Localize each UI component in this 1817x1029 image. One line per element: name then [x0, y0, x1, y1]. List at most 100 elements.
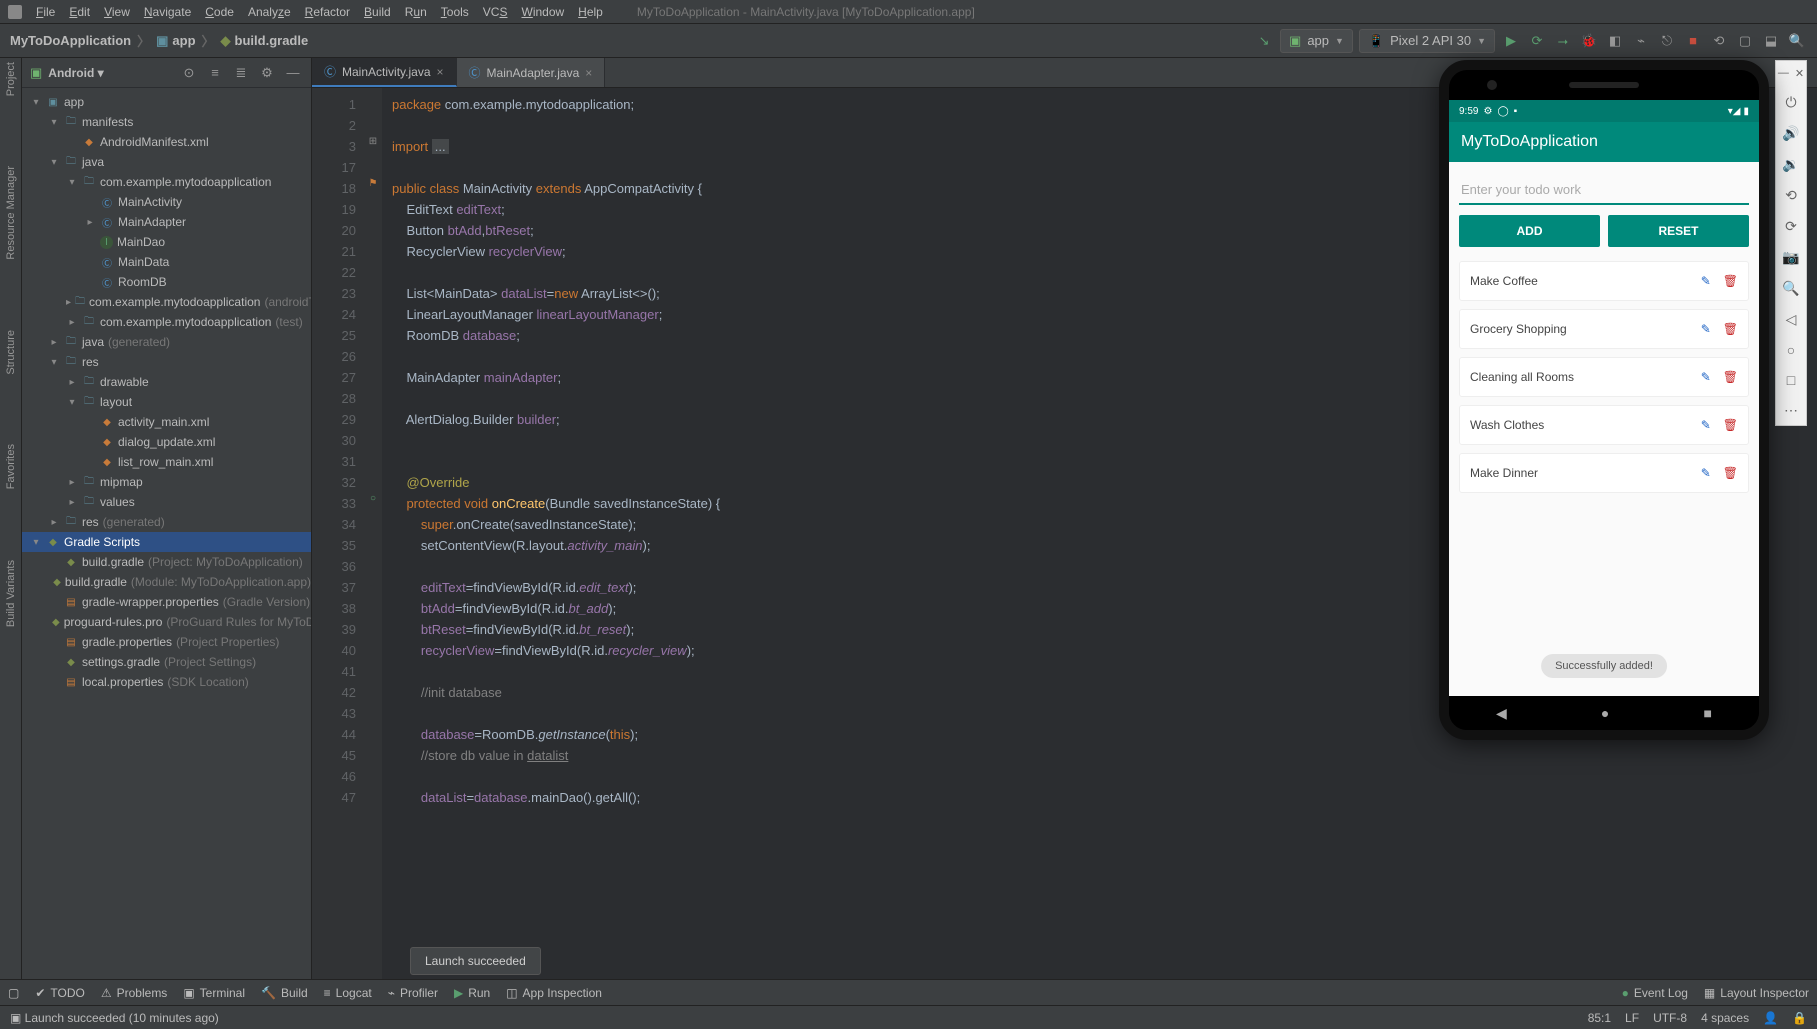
- edit-icon[interactable]: ✎: [1701, 370, 1711, 384]
- tree-item[interactable]: ▸ⒸMainAdapter: [22, 212, 311, 232]
- tree-item[interactable]: ▾🗀manifests: [22, 112, 311, 132]
- cursor-position[interactable]: 85:1: [1588, 1011, 1611, 1025]
- tool-tab-favorites[interactable]: Favorites: [5, 444, 17, 489]
- stop-icon[interactable]: ■: [1683, 31, 1703, 51]
- breadcrumb-item[interactable]: ◆build.gradle: [221, 33, 309, 49]
- close-tab-icon[interactable]: ×: [585, 66, 592, 80]
- tree-item[interactable]: ▾🗀java: [22, 152, 311, 172]
- more-icon[interactable]: ⋯: [1784, 402, 1798, 419]
- tool-problems[interactable]: ⚠ Problems: [101, 986, 167, 1000]
- editor-tab[interactable]: ⒸMainActivity.java×: [312, 58, 457, 87]
- phone-screen[interactable]: 9:59⚙◯▪ ▾◢▮ MyToDoApplication ADD RESET …: [1449, 100, 1759, 696]
- run-icon[interactable]: ▶: [1501, 31, 1521, 51]
- tool-app-inspection[interactable]: ◫ App Inspection: [506, 986, 602, 1000]
- lock-icon[interactable]: 🔒: [1792, 1011, 1807, 1025]
- project-tree[interactable]: ▾▣app▾🗀manifests◆AndroidManifest.xml▾🗀ja…: [22, 88, 311, 979]
- tree-item[interactable]: ▾◆Gradle Scripts: [22, 532, 311, 552]
- tool-tab-project[interactable]: Project: [5, 62, 17, 96]
- tool-event-log[interactable]: ● Event Log: [1622, 986, 1688, 1000]
- tool-tab-build-variants[interactable]: Build Variants: [5, 560, 17, 627]
- tree-item[interactable]: ▸🗀mipmap: [22, 472, 311, 492]
- delete-icon[interactable]: 🗑: [1723, 466, 1738, 480]
- menu-view[interactable]: View: [104, 5, 130, 19]
- tool-run[interactable]: ▶ Run: [454, 986, 490, 1000]
- tree-item[interactable]: ◆build.gradle (Project: MyToDoApplicatio…: [22, 552, 311, 572]
- menu-help[interactable]: Help: [578, 5, 603, 19]
- tool-tab-structure[interactable]: Structure: [5, 330, 17, 375]
- tree-item[interactable]: ◆build.gradle (Module: MyToDoApplication…: [22, 572, 311, 592]
- hide-panel-icon[interactable]: —: [283, 63, 303, 83]
- volume-down-icon[interactable]: 🔉: [1782, 156, 1799, 173]
- tree-item[interactable]: IMainDao: [22, 232, 311, 252]
- edit-icon[interactable]: ✎: [1701, 418, 1711, 432]
- tree-item[interactable]: ▾🗀layout: [22, 392, 311, 412]
- sync-gradle-icon[interactable]: ⟲: [1709, 31, 1729, 51]
- coverage-icon[interactable]: ◧: [1605, 31, 1625, 51]
- search-everywhere-icon[interactable]: 🔍: [1787, 31, 1807, 51]
- close-tab-icon[interactable]: ×: [437, 65, 444, 79]
- tree-item[interactable]: ▸🗀com.example.mytodoapplication (test): [22, 312, 311, 332]
- make-project-icon[interactable]: ↘: [1254, 31, 1274, 51]
- todo-input[interactable]: [1459, 176, 1749, 205]
- menu-run[interactable]: Run: [405, 5, 427, 19]
- tree-item[interactable]: ▤local.properties (SDK Location): [22, 672, 311, 692]
- tree-item[interactable]: ◆list_row_main.xml: [22, 452, 311, 472]
- tool-todo[interactable]: ✔ TODO: [35, 986, 85, 1000]
- select-opened-file-icon[interactable]: ⊙: [179, 63, 199, 83]
- tree-item[interactable]: ◆proguard-rules.pro (ProGuard Rules for …: [22, 612, 311, 632]
- tool-build[interactable]: 🔨 Build: [261, 986, 308, 1000]
- tree-item[interactable]: ▾🗀res: [22, 352, 311, 372]
- menu-build[interactable]: Build: [364, 5, 391, 19]
- menu-refactor[interactable]: Refactor: [305, 5, 350, 19]
- tree-item[interactable]: ▾🗀com.example.mytodoapplication: [22, 172, 311, 192]
- project-view-selector[interactable]: Android ▾: [48, 66, 103, 80]
- home-icon[interactable]: ○: [1787, 342, 1795, 358]
- tool-profiler[interactable]: ⌁ Profiler: [388, 986, 438, 1000]
- device-selector[interactable]: 📱Pixel 2 API 30▼: [1359, 29, 1495, 53]
- file-encoding[interactable]: UTF-8: [1653, 1011, 1687, 1025]
- tree-item[interactable]: ◆activity_main.xml: [22, 412, 311, 432]
- phone-nav-bar[interactable]: ◀ ● ■: [1449, 696, 1759, 730]
- zoom-icon[interactable]: 🔍: [1782, 280, 1799, 297]
- edit-icon[interactable]: ✎: [1701, 274, 1711, 288]
- expand-all-icon[interactable]: ≡: [205, 63, 225, 83]
- tree-item[interactable]: ▤gradle.properties (Project Properties): [22, 632, 311, 652]
- delete-icon[interactable]: 🗑: [1723, 322, 1738, 336]
- menu-file[interactable]: File: [36, 5, 55, 19]
- strip-toggle-icon[interactable]: ▢: [8, 986, 19, 1000]
- tree-item[interactable]: ▸🗀values: [22, 492, 311, 512]
- tool-terminal[interactable]: ▣ Terminal: [183, 986, 245, 1000]
- tree-item[interactable]: ⒸMainActivity: [22, 192, 311, 212]
- tree-item[interactable]: ◆dialog_update.xml: [22, 432, 311, 452]
- tree-item[interactable]: ▸🗀com.example.mytodoapplication (android…: [22, 292, 311, 312]
- recents-nav-icon[interactable]: ■: [1703, 705, 1711, 721]
- run-config-selector[interactable]: ▣app▼: [1280, 29, 1353, 53]
- apply-code-changes-icon[interactable]: ⭢: [1553, 31, 1573, 51]
- menu-analyze[interactable]: Analyze: [248, 5, 291, 19]
- delete-icon[interactable]: 🗑: [1723, 418, 1738, 432]
- menu-navigate[interactable]: Navigate: [144, 5, 191, 19]
- breadcrumb-item[interactable]: MyToDoApplication: [10, 33, 131, 48]
- delete-icon[interactable]: 🗑: [1723, 274, 1738, 288]
- back-nav-icon[interactable]: ◀: [1496, 705, 1507, 722]
- emulator-close-icon[interactable]: ✕: [1795, 67, 1804, 80]
- tool-logcat[interactable]: ≡ Logcat: [324, 986, 372, 1000]
- menu-vcs[interactable]: VCS: [483, 5, 508, 19]
- settings-icon[interactable]: ⚙: [257, 63, 277, 83]
- emulator-minimize-icon[interactable]: —: [1778, 67, 1789, 80]
- edit-icon[interactable]: ✎: [1701, 322, 1711, 336]
- screenshot-icon[interactable]: 📷: [1782, 249, 1799, 266]
- debug-icon[interactable]: 🐞: [1579, 31, 1599, 51]
- attach-debugger-icon[interactable]: ⎋: [1657, 31, 1677, 51]
- tree-item[interactable]: ◆AndroidManifest.xml: [22, 132, 311, 152]
- tool-tab-resource-manager[interactable]: Resource Manager: [5, 166, 17, 260]
- profile-icon[interactable]: ⌁: [1631, 31, 1651, 51]
- edit-icon[interactable]: ✎: [1701, 466, 1711, 480]
- power-icon[interactable]: ⏻: [1785, 94, 1796, 111]
- menu-tools[interactable]: Tools: [441, 5, 469, 19]
- tree-item[interactable]: ▸🗀res (generated): [22, 512, 311, 532]
- rotate-left-icon[interactable]: ⟲: [1785, 187, 1797, 204]
- tree-item[interactable]: ▸🗀drawable: [22, 372, 311, 392]
- rotate-right-icon[interactable]: ⟳: [1785, 218, 1797, 235]
- tree-item[interactable]: ▤gradle-wrapper.properties (Gradle Versi…: [22, 592, 311, 612]
